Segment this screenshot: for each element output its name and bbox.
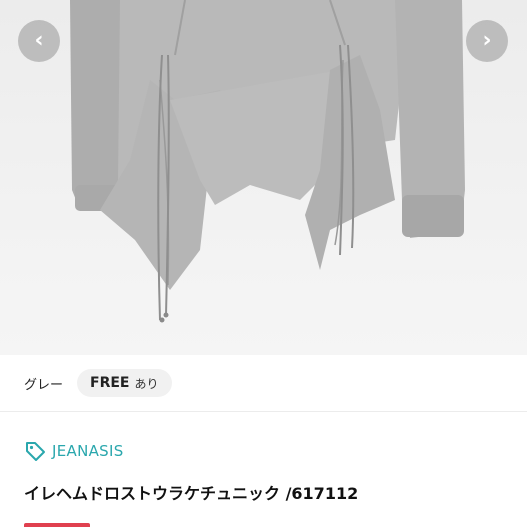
gallery-prev-button[interactable]: ‹: [18, 20, 60, 62]
size-chip[interactable]: FREE あり: [77, 369, 172, 397]
brand-link[interactable]: JEANASIS: [24, 440, 124, 462]
status-badge: [24, 523, 90, 527]
size-label: FREE: [90, 375, 130, 391]
color-label: グレー: [24, 377, 64, 393]
product-photo: ‹ ›: [0, 0, 527, 355]
product-title: イレヘムドロストウラケチュニック /617112: [24, 484, 359, 503]
size-availability: あり: [134, 376, 159, 391]
brand-name: JEANASIS: [52, 442, 124, 460]
gallery-next-button[interactable]: ›: [466, 20, 508, 62]
product-options: グレー FREE あり: [0, 355, 527, 412]
chevron-right-icon: ›: [482, 28, 492, 53]
chevron-left-icon: ‹: [34, 28, 44, 53]
tag-icon: [26, 442, 45, 461]
tunic-image: [70, 0, 465, 323]
